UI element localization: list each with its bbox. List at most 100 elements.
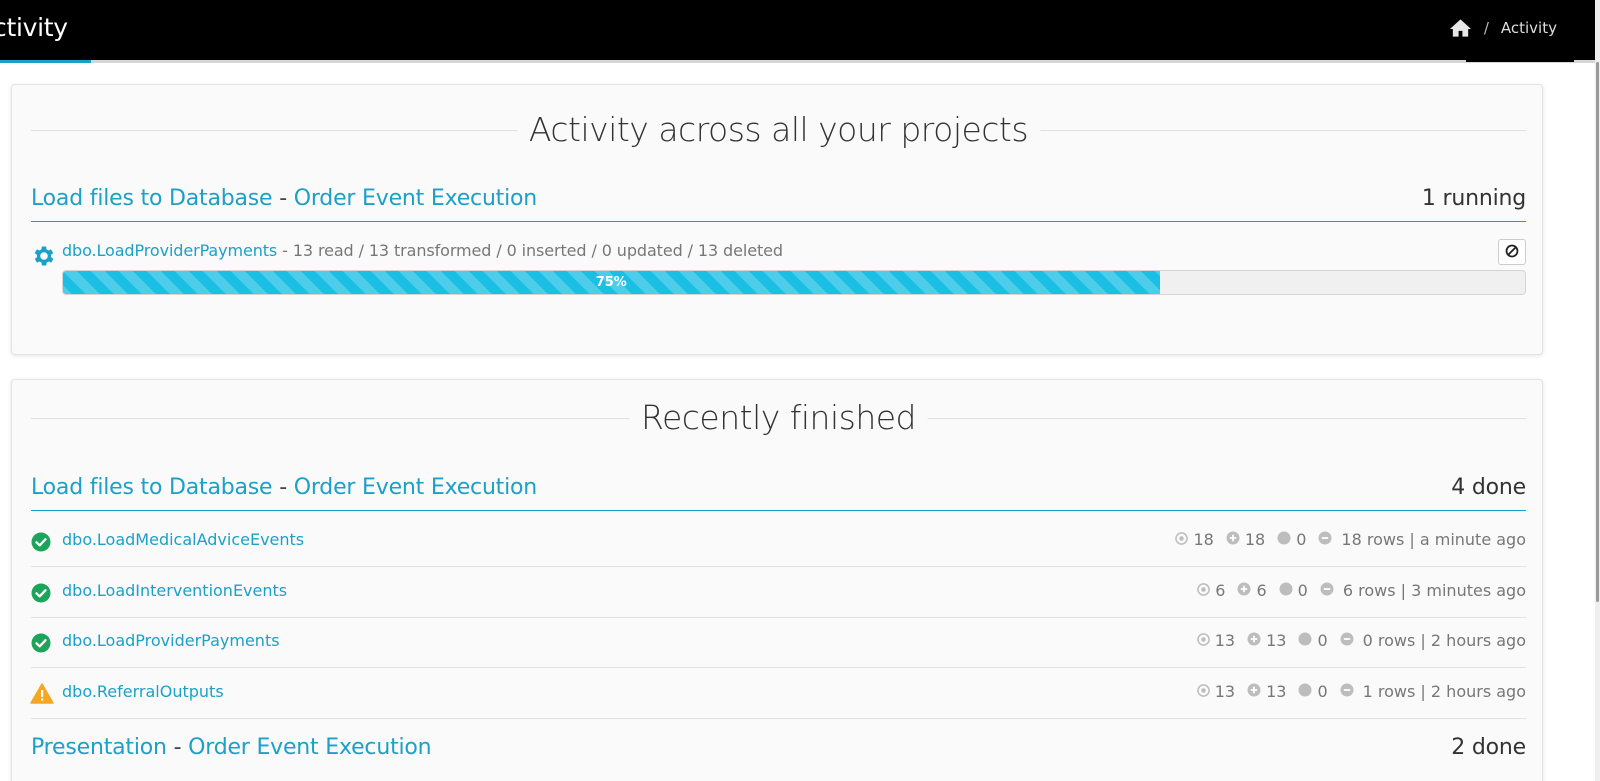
group-dash: - xyxy=(279,186,287,211)
zero-stat: 0 xyxy=(1298,631,1328,650)
rows-stat: 6 rows | 3 minutes ago xyxy=(1320,581,1526,600)
cancel-button[interactable] xyxy=(1498,239,1526,265)
job-row: dbo.LoadMedicalAdviceEvents 18 18 0 18 rows … xyxy=(31,516,1526,567)
home-icon[interactable] xyxy=(1449,18,1472,38)
execution-link[interactable]: Order Event Execution xyxy=(294,186,537,211)
added-stat: 13 xyxy=(1247,682,1286,701)
group-name: Presentation - Order Event Execution xyxy=(31,735,432,760)
added-count: 13 xyxy=(1266,631,1287,650)
rows-and-time: 6 rows | 3 minutes ago xyxy=(1342,580,1526,600)
minus-circle-icon xyxy=(1340,631,1354,650)
dot-circle-icon xyxy=(1298,631,1312,650)
read-icon xyxy=(1197,581,1211,600)
zero-count: 0 xyxy=(1317,631,1328,650)
read-stat: 13 xyxy=(1196,681,1236,701)
scrollbar[interactable] xyxy=(1595,0,1600,781)
project-link[interactable]: Load files to Database xyxy=(31,186,273,211)
rows-and-time: 18 rows | a minute ago xyxy=(1341,530,1526,549)
execution-link[interactable]: Order Event Execution xyxy=(188,735,431,760)
zero-stat: 0 xyxy=(1298,681,1328,701)
group-dash: - xyxy=(279,475,287,500)
read-count: 13 xyxy=(1214,631,1236,650)
job-row: dbo.LoadInterventionEvents 6 6 0 6 rows | 3 … xyxy=(31,567,1526,618)
added-stat: 13 xyxy=(1247,631,1286,650)
page-title: ctivity xyxy=(0,13,68,42)
finished-count: 4 done xyxy=(1451,475,1526,500)
read-count: 13 xyxy=(1214,681,1236,701)
rows-stat: 18 rows | a minute ago xyxy=(1318,530,1526,549)
job-stats-text: - 13 read / 13 transformed / 0 inserted … xyxy=(282,241,783,260)
dot-circle-icon xyxy=(1298,682,1312,701)
cancel-icon xyxy=(1505,243,1519,262)
read-icon xyxy=(1175,530,1189,549)
minus-circle-icon xyxy=(1320,581,1334,600)
execution-link[interactable]: Order Event Execution xyxy=(294,475,537,500)
job-link[interactable]: dbo.LoadProviderPayments xyxy=(62,241,277,260)
group-name: Load files to Database - Order Event Exe… xyxy=(31,186,537,211)
read-count: 18 xyxy=(1193,530,1214,549)
job-row: dbo.LoadProviderPayments 13 13 0 0 rows | 2 … xyxy=(31,617,1526,668)
job-link[interactable]: dbo.ReferralOutputs xyxy=(62,682,224,701)
running-panel: Activity across all your projects Load f… xyxy=(11,84,1543,355)
finished-group-header: Presentation - Order Event Execution 2 d… xyxy=(31,731,1526,771)
zero-count: 0 xyxy=(1296,530,1307,549)
plus-circle-icon xyxy=(1247,682,1261,701)
running-title: Activity across all your projects xyxy=(516,100,1041,160)
breadcrumb: / Activity xyxy=(1449,18,1557,38)
read-stat: 13 xyxy=(1196,631,1236,650)
project-link[interactable]: Load files to Database xyxy=(31,475,273,500)
breadcrumb-separator: / xyxy=(1483,19,1489,37)
job-stats: 6 6 0 6 rows | 3 minutes ago xyxy=(1185,581,1526,600)
zero-count: 0 xyxy=(1317,681,1328,701)
job-row: dbo.ReferralOutputs 13 13 0 1 rows | 2 hours… xyxy=(30,668,1526,719)
project-link[interactable]: Presentation xyxy=(31,735,167,760)
read-stat: 18 xyxy=(1175,530,1214,549)
zero-stat: 0 xyxy=(1277,530,1306,549)
job-link[interactable]: dbo.LoadProviderPayments xyxy=(62,631,280,650)
job-link[interactable]: dbo.LoadInterventionEvents xyxy=(62,581,287,600)
progress-bar: 75% xyxy=(62,270,1526,295)
scrollbar-thumb[interactable] xyxy=(1596,62,1599,602)
running-job-row: dbo.LoadProviderPayments - 13 read / 13 … xyxy=(31,239,1526,299)
finished-panel: Recently finished Load files to Database… xyxy=(11,379,1543,781)
read-count: 6 xyxy=(1215,580,1226,600)
plus-circle-icon xyxy=(1226,530,1240,549)
running-group-header: Load files to Database - Order Event Exe… xyxy=(31,182,1526,222)
job-link[interactable]: dbo.LoadMedicalAdviceEvents xyxy=(62,530,304,549)
plus-circle-icon xyxy=(1247,631,1261,650)
running-job-description: dbo.LoadProviderPayments - 13 read / 13 … xyxy=(62,241,783,260)
added-count: 18 xyxy=(1244,530,1266,549)
running-section-title: Activity across all your projects xyxy=(31,100,1526,160)
minus-circle-icon xyxy=(1318,530,1332,549)
plus-circle-icon xyxy=(1237,581,1251,600)
group-name: Load files to Database - Order Event Exe… xyxy=(31,475,537,500)
read-stat: 6 xyxy=(1197,581,1225,600)
finished-section-title: Recently finished xyxy=(31,388,1526,448)
added-stat: 6 xyxy=(1237,580,1267,600)
zero-stat: 0 xyxy=(1279,581,1308,600)
rows-stat: 1 rows | 2 hours ago xyxy=(1340,682,1526,701)
added-count: 13 xyxy=(1266,681,1287,701)
warning-icon xyxy=(30,682,54,708)
added-stat: 18 xyxy=(1226,530,1265,549)
finished-count: 2 done xyxy=(1451,735,1526,760)
progress-label: 75% xyxy=(595,275,627,290)
check-circle-icon xyxy=(31,532,51,556)
group-dash: - xyxy=(173,735,182,760)
finished-title: Recently finished xyxy=(629,388,928,448)
gear-icon xyxy=(31,243,57,273)
active-tab-indicator xyxy=(0,60,91,63)
job-stats: 13 13 0 0 rows | 2 hours ago xyxy=(1185,631,1526,650)
zero-count: 0 xyxy=(1297,580,1308,600)
finished-group-header: Load files to Database - Order Event Exe… xyxy=(31,471,1526,511)
job-stats: 18 18 0 18 rows | a minute ago xyxy=(1163,530,1526,549)
added-count: 6 xyxy=(1256,580,1267,600)
rows-and-time: 1 rows | 2 hours ago xyxy=(1362,681,1526,701)
minus-circle-icon xyxy=(1340,682,1354,701)
check-circle-icon xyxy=(31,633,51,657)
read-icon xyxy=(1196,682,1210,701)
top-bar: ctivity / Activity xyxy=(0,0,1595,60)
breadcrumb-underline xyxy=(1466,60,1574,62)
dot-circle-icon xyxy=(1277,530,1291,549)
breadcrumb-current: Activity xyxy=(1500,19,1557,37)
